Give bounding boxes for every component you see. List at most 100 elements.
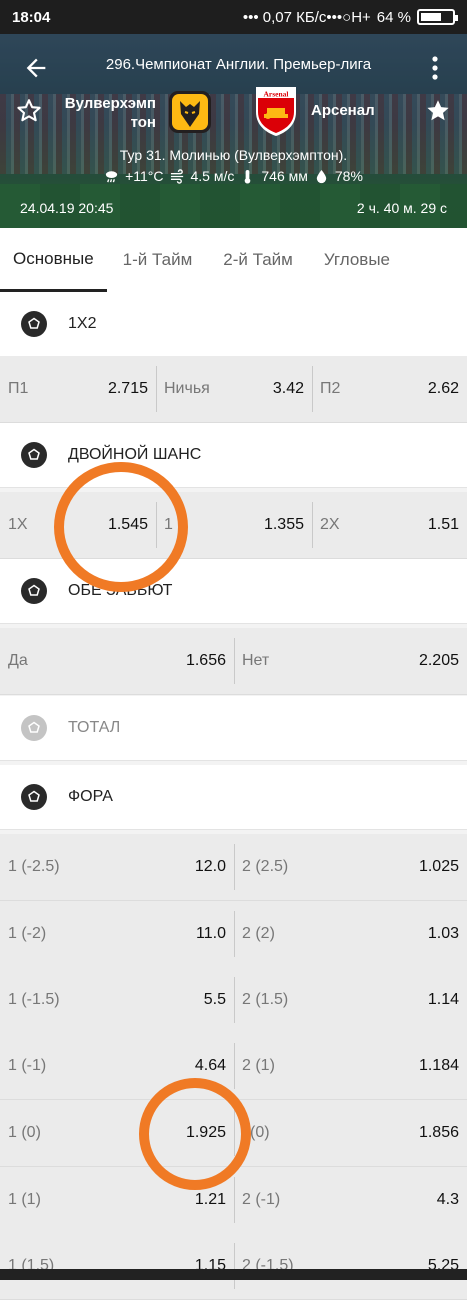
odds-value: 1.656	[185, 652, 226, 669]
soccer-ball-icon	[21, 784, 47, 810]
odds-cell-away[interactable]: 2 (-1) 4.3	[242, 1167, 459, 1233]
odds-label: П2	[320, 380, 341, 397]
tab-second-half[interactable]: 2-й Тайм	[208, 228, 308, 292]
odds-label: 2 (1.5)	[242, 991, 289, 1008]
soccer-ball-icon	[21, 578, 47, 604]
soccer-ball-icon	[21, 715, 47, 741]
market-header-double-chance[interactable]: ДВОЙНОЙ ШАНС	[0, 423, 467, 488]
odds-value: 1.03	[427, 925, 459, 942]
odds-value: 11.0	[196, 925, 226, 942]
navigation-bar	[0, 1269, 467, 1280]
odds-label: Да	[8, 652, 28, 669]
odds-cell-home[interactable]: 1 (-2.5) 12.0	[8, 834, 226, 900]
odds-label: Ничья	[164, 380, 210, 397]
odds-value: 4.64	[194, 1057, 226, 1074]
odds-label: 2 (-1)	[242, 1191, 281, 1208]
odds-cell-away[interactable]: 2 (1.5) 1.14	[242, 967, 459, 1033]
odds-value: 2.205	[418, 652, 459, 669]
svg-text:Arsenal: Arsenal	[264, 90, 289, 99]
odds-label: 1	[164, 516, 173, 533]
odds-cell-away[interactable]: 2 (2) 1.03	[242, 901, 459, 967]
status-bar: 18:04 ••• 0,07 КБ/с•••○H+ 64 %	[0, 0, 467, 34]
tab-corners[interactable]: Угловые	[308, 228, 406, 292]
market-header-1x2[interactable]: 1X2	[0, 292, 467, 357]
odds-cell-12[interactable]: 1 1.355	[164, 492, 304, 558]
wolves-logo	[169, 91, 211, 133]
market-title: ОБЕ ЗАБЬЮТ	[68, 582, 173, 599]
odds-cell-home[interactable]: 1 (0) 1.925	[8, 1100, 226, 1166]
odds-value: 4.3	[436, 1191, 459, 1208]
market-title: ФОРА	[68, 788, 113, 805]
league-title: 296.Чемпионат Англии. Премьер-лига	[105, 56, 372, 73]
weather-wind: 4.5 м/с	[190, 168, 235, 184]
odds-value: 1.51	[427, 516, 459, 533]
odds-label: 1X	[8, 516, 28, 533]
arsenal-logo: Arsenal	[256, 87, 296, 136]
odds-cell-away[interactable]: 2 (2.5) 1.025	[242, 834, 459, 900]
odds-cell-home[interactable]: 1 (-1) 4.64	[8, 1033, 226, 1099]
odds-cell-draw[interactable]: Ничья 3.42	[164, 356, 304, 422]
soccer-ball-icon	[21, 442, 47, 468]
odds-label: 1 (-1)	[8, 1057, 47, 1074]
odds-cell-home[interactable]: 1 (-1.5) 5.5	[8, 967, 226, 1033]
odds-value: 3.42	[272, 380, 304, 397]
more-vert-icon[interactable]	[425, 54, 445, 82]
venue-info: Тур 31. Молинью (Вулверхэмптон).	[119, 147, 348, 163]
market-header-both-score[interactable]: ОБЕ ЗАБЬЮТ	[0, 559, 467, 624]
odds-label: 1 (-2)	[8, 925, 47, 942]
odds-label: 2 (2)	[242, 925, 275, 942]
odds-label: 1 (-1.5)	[8, 991, 60, 1008]
odds-row: 1X 1.545 1 1.355 2X 1.51	[0, 492, 467, 559]
odds-label: 2 (2.5)	[242, 858, 289, 875]
network-indicator: ••• 0,07 КБ/с•••○H+	[242, 8, 371, 26]
odds-value: 2.715	[107, 380, 148, 397]
odds-value: 1.355	[263, 516, 304, 533]
odds-row: П1 2.715 Ничья 3.42 П2 2.62	[0, 356, 467, 423]
weather-humidity: 78%	[334, 168, 363, 184]
odds-cell-home[interactable]: 1 (-2) 11.0	[8, 901, 226, 967]
odds-label: 2X	[320, 516, 340, 533]
cloud-rain-icon	[105, 170, 118, 182]
back-arrow-icon[interactable]	[22, 54, 50, 82]
odds-cell-2x[interactable]: 2X 1.51	[320, 492, 459, 558]
battery-icon	[417, 9, 458, 25]
market-title: ТОТАЛ	[68, 719, 121, 736]
odds-cell-1x[interactable]: 1X 1.545	[8, 492, 148, 558]
odds-cell-no[interactable]: Нет 2.205	[242, 628, 459, 694]
status-time: 18:04	[12, 8, 51, 26]
market-title: ДВОЙНОЙ ШАНС	[68, 446, 202, 463]
odds-row: 1 (-1.5) 5.5 2 (1.5) 1.14	[0, 967, 467, 1034]
match-datetime: 24.04.19 20:45	[20, 200, 114, 216]
tab-first-half[interactable]: 1-й Тайм	[107, 228, 209, 292]
odds-cell-home[interactable]: 1 (1.5) 1.15	[8, 1233, 226, 1299]
odds-label: П1	[8, 380, 29, 397]
odds-cell-away[interactable]: (0) 1.856	[250, 1100, 459, 1166]
odds-value: 1.21	[194, 1191, 226, 1208]
odds-row: 1 (1.5) 1.15 2 (-1.5) 5.25	[0, 1233, 467, 1300]
market-header-handicap[interactable]: ФОРА	[0, 765, 467, 830]
odds-cell-away[interactable]: 2 (1) 1.184	[242, 1033, 459, 1099]
odds-value: 5.5	[203, 991, 226, 1008]
odds-label: 2 (1)	[242, 1057, 275, 1074]
tab-main[interactable]: Основные	[0, 228, 107, 292]
odds-cell-yes[interactable]: Да 1.656	[8, 628, 226, 694]
wind-icon	[170, 168, 183, 184]
favorite-star-filled-icon[interactable]	[424, 97, 452, 125]
odds-cell-p2[interactable]: П2 2.62	[320, 356, 459, 422]
thermometer-icon	[245, 169, 251, 184]
weather-pressure: 746 мм	[261, 168, 308, 184]
market-header-total[interactable]: ТОТАЛ	[0, 696, 467, 761]
odds-value: 1.925	[185, 1124, 226, 1141]
odds-cell-away[interactable]: 2 (-1.5) 5.25	[242, 1233, 459, 1299]
favorite-star-outline-icon[interactable]	[15, 97, 43, 125]
odds-cell-home[interactable]: 1 (1) 1.21	[8, 1167, 226, 1233]
match-countdown: 2 ч. 40 м. 29 с	[356, 200, 447, 216]
odds-cell-p1[interactable]: П1 2.715	[8, 356, 148, 422]
team-home-name-text: Вулверхэмп тон	[64, 95, 156, 131]
odds-value: 1.184	[418, 1057, 459, 1074]
odds-label: 1 (-2.5)	[8, 858, 60, 875]
odds-label: 1 (0)	[8, 1124, 41, 1141]
odds-value: 2.62	[427, 380, 459, 397]
odds-label: Нет	[242, 652, 270, 669]
market-title: 1X2	[68, 315, 97, 332]
